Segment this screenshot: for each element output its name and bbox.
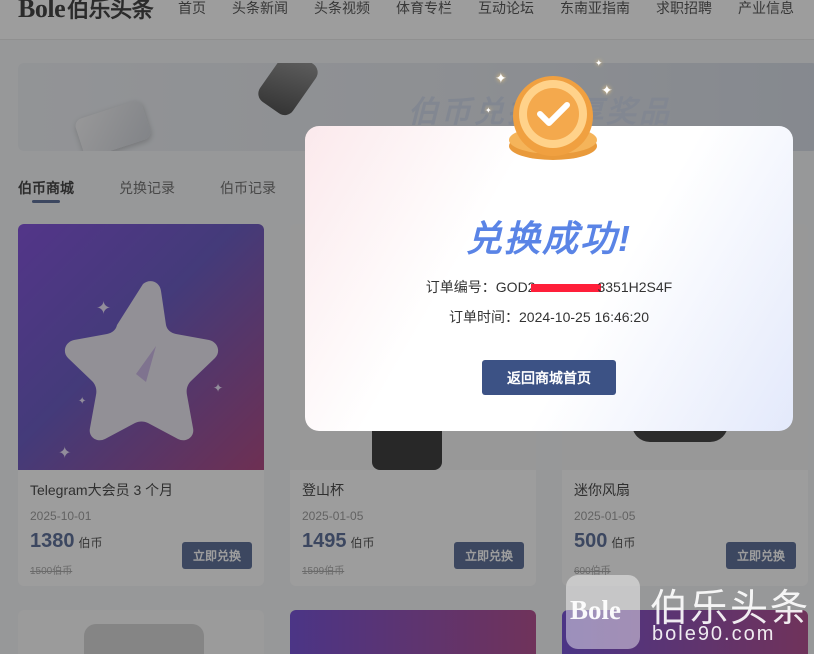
order-number-prefix: GOD2: [495, 279, 536, 295]
back-to-mall-button[interactable]: 返回商城首页: [482, 360, 616, 395]
order-time-value: 2024-10-25 16:46:20: [519, 309, 649, 325]
order-number-label: 订单编号：: [425, 279, 496, 295]
order-number-suffix: 3351H2S4F: [597, 279, 673, 295]
order-time-row: 订单时间：2024-10-25 16:46:20: [305, 307, 793, 327]
coin-check-icon: ✦ ✦ ✦ ✦: [485, 58, 615, 178]
order-time-label: 订单时间：: [449, 309, 519, 325]
dialog-title: 兑换成功!: [466, 218, 632, 259]
order-number-row: 订单编号：GOD2 3351H2S4F: [305, 277, 793, 297]
watermark-logo-box: Bole: [566, 575, 640, 649]
watermark: Bole 伯乐头条 bole90.com: [566, 575, 814, 654]
redaction-mark: [531, 284, 602, 293]
watermark-url: bole90.com: [652, 623, 776, 645]
watermark-logo: Bole: [570, 595, 621, 625]
